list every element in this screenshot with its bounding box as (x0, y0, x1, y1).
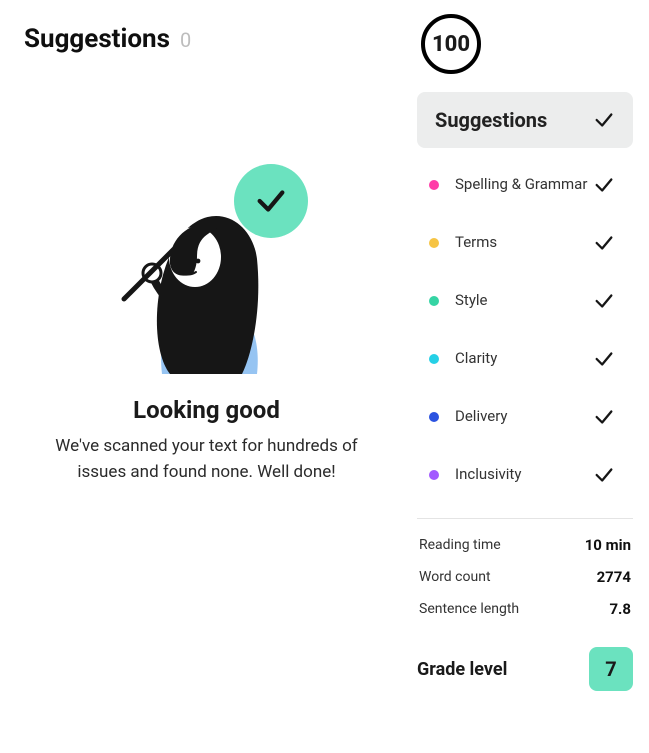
category-label: Delivery (455, 408, 593, 425)
grade-level-row: Grade level 7 (417, 647, 633, 691)
category-dot-icon (429, 180, 439, 190)
category-label: Style (455, 292, 593, 309)
category-row-delivery[interactable]: Delivery (417, 388, 633, 446)
checkmark-icon (593, 464, 615, 486)
suggestions-title: Suggestions (24, 24, 170, 54)
score-value: 100 (432, 32, 470, 57)
stat-value: 10 min (585, 536, 631, 554)
stat-value: 2774 (597, 568, 631, 586)
panel-header-title: Suggestions (435, 108, 547, 132)
category-label: Terms (455, 234, 593, 251)
checkmark-icon (593, 109, 615, 131)
category-list: Spelling & Grammar Terms Style Clarity (417, 156, 633, 504)
checkmark-icon (593, 290, 615, 312)
stat-value: 7.8 (609, 600, 631, 618)
category-row-spelling-grammar[interactable]: Spelling & Grammar (417, 156, 633, 214)
empty-state: Looking good We've scanned your text for… (24, 164, 389, 485)
category-label: Spelling & Grammar (455, 176, 593, 193)
category-dot-icon (429, 412, 439, 422)
stat-label: Word count (419, 569, 491, 585)
grade-level-value: 7 (605, 657, 616, 681)
category-row-terms[interactable]: Terms (417, 214, 633, 272)
success-badge-icon (234, 164, 308, 238)
category-dot-icon (429, 470, 439, 480)
divider (417, 518, 633, 519)
illustration (112, 164, 302, 374)
stat-row-word-count: Word count 2774 (417, 561, 633, 593)
suggestions-count: 0 (180, 28, 191, 52)
category-row-style[interactable]: Style (417, 272, 633, 330)
category-dot-icon (429, 238, 439, 248)
grade-level-label: Grade level (417, 659, 507, 680)
stat-row-reading-time: Reading time 10 min (417, 529, 633, 561)
checkmark-icon (254, 184, 288, 218)
checkmark-icon (593, 232, 615, 254)
category-row-inclusivity[interactable]: Inclusivity (417, 446, 633, 504)
checkmark-icon (593, 174, 615, 196)
stat-label: Reading time (419, 537, 501, 553)
empty-state-title: Looking good (54, 396, 359, 424)
stat-row-sentence-length: Sentence length 7.8 (417, 593, 633, 625)
category-dot-icon (429, 354, 439, 364)
checkmark-icon (593, 406, 615, 428)
stat-label: Sentence length (419, 601, 519, 617)
grade-level-chip[interactable]: 7 (589, 647, 633, 691)
category-label: Clarity (455, 350, 593, 367)
suggestions-panel-header[interactable]: Suggestions (417, 92, 633, 148)
category-row-clarity[interactable]: Clarity (417, 330, 633, 388)
category-dot-icon (429, 296, 439, 306)
category-label: Inclusivity (455, 466, 593, 483)
suggestions-header: Suggestions 0 (24, 24, 389, 54)
score-ring[interactable]: 100 (421, 14, 481, 74)
empty-state-body: We've scanned your text for hundreds of … (54, 434, 359, 485)
checkmark-icon (593, 348, 615, 370)
